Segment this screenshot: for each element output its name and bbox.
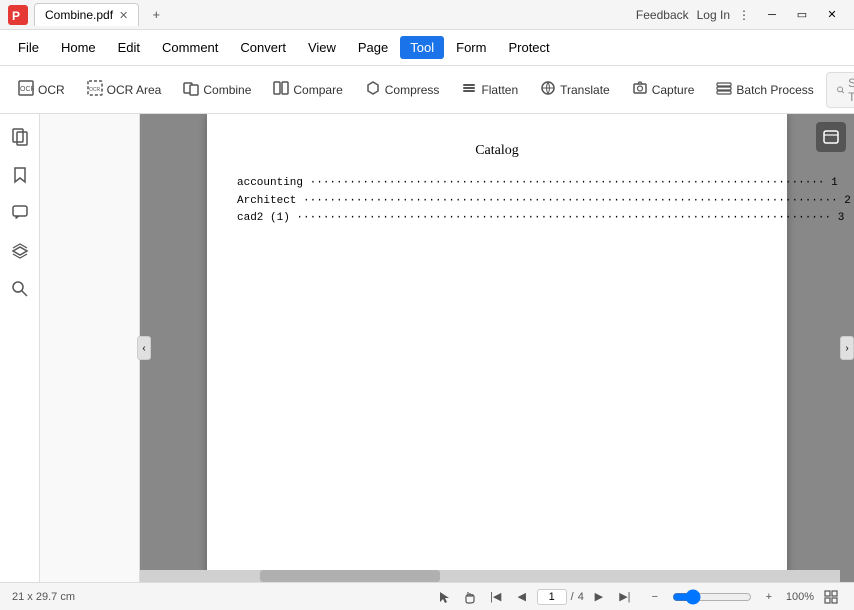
more-options-icon[interactable]: ⋮ <box>738 8 750 22</box>
ocr-area-icon: OCR <box>87 80 103 99</box>
catalog-line-2: Architect ······························… <box>237 193 757 211</box>
catalog-line-3: cad2 (1) ·······························… <box>237 210 757 228</box>
search-tools[interactable]: Search Tools <box>826 72 854 108</box>
compress-icon <box>365 80 381 99</box>
zoom-slider[interactable] <box>672 589 752 605</box>
combine-icon <box>183 80 199 99</box>
compare-icon <box>273 80 289 99</box>
titlebar: P Combine.pdf ✕ + Feedback Log In ⋮ ─ ▭ … <box>0 0 854 30</box>
page-navigation: |◀ ◀ / 4 ▶ ▶| <box>433 586 636 608</box>
sidebar-bookmark-icon[interactable] <box>5 160 35 190</box>
translate-icon <box>540 80 556 99</box>
sidebar-pages-icon[interactable] <box>5 122 35 152</box>
translate-label: Translate <box>560 83 610 97</box>
new-tab-button[interactable]: + <box>145 4 167 26</box>
right-panel-collapse-button[interactable]: › <box>840 336 854 360</box>
minimize-button[interactable]: ─ <box>758 5 786 25</box>
menu-convert[interactable]: Convert <box>230 36 296 59</box>
page-separator: / <box>571 591 574 603</box>
menu-edit[interactable]: Edit <box>108 36 150 59</box>
capture-label: Capture <box>652 83 695 97</box>
ocr-label: OCR <box>38 83 65 97</box>
last-page-button[interactable]: ▶| <box>614 586 636 608</box>
search-tools-placeholder: Search Tools <box>848 76 854 104</box>
svg-text:P: P <box>12 9 20 23</box>
first-page-button[interactable]: |◀ <box>485 586 507 608</box>
tab-close-button[interactable]: ✕ <box>119 9 128 22</box>
batch-process-icon <box>716 80 732 99</box>
close-button[interactable]: ✕ <box>818 5 846 25</box>
total-pages: 4 <box>578 591 584 603</box>
app-logo: P <box>8 5 28 25</box>
page-dimensions: 21 x 29.7 cm <box>12 591 425 603</box>
ocr-area-button[interactable]: OCR OCR Area <box>77 76 172 103</box>
document-title: Catalog <box>237 143 757 159</box>
sidebar-comment-icon[interactable] <box>5 198 35 228</box>
feedback-link[interactable]: Feedback <box>636 8 689 22</box>
ocr-area-label: OCR Area <box>107 83 162 97</box>
translate-button[interactable]: Translate <box>530 76 620 103</box>
zoom-out-button[interactable]: − <box>644 586 666 608</box>
batch-process-button[interactable]: Batch Process <box>706 76 823 103</box>
document-tab[interactable]: Combine.pdf ✕ <box>34 3 139 26</box>
login-button[interactable]: Log In <box>697 8 730 22</box>
svg-text:OCR: OCR <box>89 87 101 93</box>
flatten-icon <box>461 80 477 99</box>
capture-icon <box>632 80 648 99</box>
panel-icon <box>822 128 840 146</box>
menu-protect[interactable]: Protect <box>498 36 559 59</box>
sidebar-search-icon[interactable] <box>5 274 35 304</box>
menu-comment[interactable]: Comment <box>152 36 228 59</box>
search-icon <box>837 84 844 96</box>
menu-file[interactable]: File <box>8 36 49 59</box>
horizontal-scrollbar[interactable] <box>140 570 840 582</box>
flatten-label: Flatten <box>481 83 518 97</box>
select-tool-button[interactable] <box>433 586 455 608</box>
menu-page[interactable]: Page <box>348 36 398 59</box>
svg-text:OCR: OCR <box>20 86 34 93</box>
catalog-line-1: accounting ·····························… <box>237 175 757 193</box>
menubar: File Home Edit Comment Convert View Page… <box>0 30 854 66</box>
batch-process-label: Batch Process <box>736 83 813 97</box>
fit-page-button[interactable] <box>820 586 842 608</box>
content-area: Catalog accounting ·····················… <box>140 114 854 582</box>
zoom-in-button[interactable]: + <box>758 586 780 608</box>
compare-label: Compare <box>293 83 342 97</box>
menu-tool[interactable]: Tool <box>400 36 444 59</box>
flatten-button[interactable]: Flatten <box>451 76 528 103</box>
menu-home[interactable]: Home <box>51 36 106 59</box>
pdf-page: Catalog accounting ·····················… <box>207 114 787 582</box>
main-area: ‹ Catalog accounting ···················… <box>0 114 854 582</box>
restore-button[interactable]: ▭ <box>788 5 816 25</box>
toolbar: OCR OCR OCR OCR Area Combine Compare Com… <box>0 66 854 114</box>
left-sidebar <box>0 114 40 582</box>
hand-tool-button[interactable] <box>459 586 481 608</box>
ocr-icon: OCR <box>18 80 34 99</box>
scrollbar-thumb <box>260 570 440 582</box>
left-panel: ‹ <box>40 114 140 582</box>
statusbar: 21 x 29.7 cm |◀ ◀ / 4 ▶ ▶| − + 100% <box>0 582 854 610</box>
combine-label: Combine <box>203 83 251 97</box>
zoom-controls: − + 100% <box>644 586 842 608</box>
tab-title: Combine.pdf <box>45 8 113 22</box>
zoom-level: 100% <box>786 591 814 603</box>
combine-button[interactable]: Combine <box>173 76 261 103</box>
menu-form[interactable]: Form <box>446 36 496 59</box>
capture-button[interactable]: Capture <box>622 76 705 103</box>
prev-page-button[interactable]: ◀ <box>511 586 533 608</box>
right-panel-icon[interactable] <box>816 122 846 152</box>
compress-label: Compress <box>385 83 440 97</box>
titlebar-actions: Feedback Log In ⋮ <box>636 8 750 22</box>
compare-button[interactable]: Compare <box>263 76 352 103</box>
window-controls: ─ ▭ ✕ <box>758 5 846 25</box>
compress-button[interactable]: Compress <box>355 76 450 103</box>
next-page-button[interactable]: ▶ <box>588 586 610 608</box>
menu-view[interactable]: View <box>298 36 346 59</box>
page-content: Catalog accounting ·····················… <box>237 143 757 228</box>
current-page-input[interactable] <box>537 589 567 605</box>
sidebar-layers-icon[interactable] <box>5 236 35 266</box>
ocr-button[interactable]: OCR OCR <box>8 76 75 103</box>
left-panel-collapse-button[interactable]: ‹ <box>137 336 151 360</box>
